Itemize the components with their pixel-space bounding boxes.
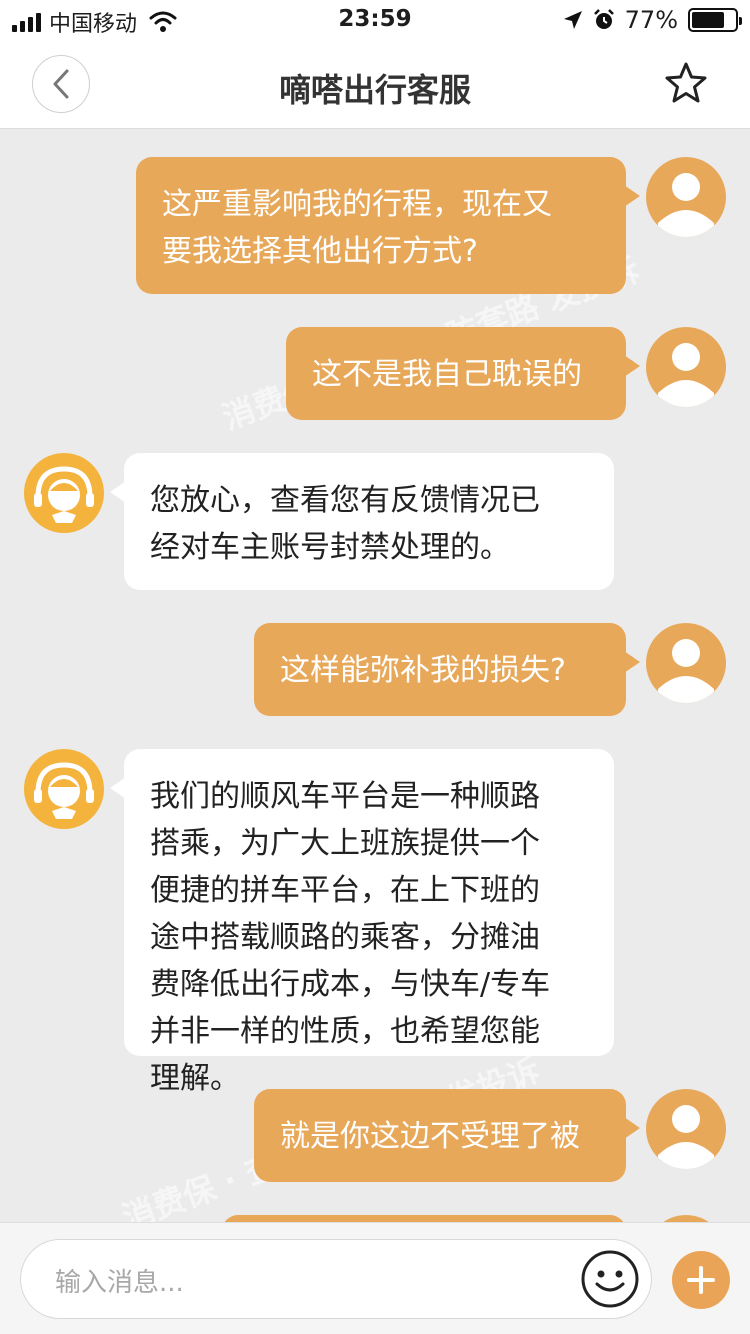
user-avatar-icon xyxy=(658,1105,714,1169)
user-avatar[interactable] xyxy=(646,1215,726,1222)
agent-avatar[interactable] xyxy=(24,453,104,533)
user-avatar[interactable] xyxy=(646,157,726,237)
agent-avatar[interactable] xyxy=(24,749,104,829)
message-bubble-user: 这不是我自己耽误的 xyxy=(286,327,640,420)
user-avatar-icon xyxy=(646,1215,726,1222)
message-bubble-agent: 您放心，查看您有反馈情况已 经对车主账号封禁处理的。 xyxy=(110,453,614,590)
alarm-icon xyxy=(593,9,614,29)
message-bubble-user: 这严重影响我的行程，现在又 要我选择其他出行方式? xyxy=(136,157,640,294)
input-bar: 输入消息... xyxy=(0,1222,750,1334)
user-avatar[interactable] xyxy=(646,623,726,703)
message-bubble-user: 就是你这边不受理了被 xyxy=(254,1089,640,1182)
plus-icon xyxy=(687,1266,715,1294)
smiley-icon[interactable] xyxy=(579,1248,641,1310)
message-input[interactable]: 输入消息... xyxy=(20,1239,652,1319)
battery-percent: 77% xyxy=(624,6,678,34)
location-arrow-icon xyxy=(563,11,582,29)
message-bubble-agent: 我们的顺风车平台是一种顺路 搭乘，为广大上班族提供一个 便捷的拼车平台，在上下班… xyxy=(110,749,614,1096)
user-avatar[interactable] xyxy=(646,1089,726,1169)
nav-header: 嘀嗒出行客服 xyxy=(0,40,750,129)
customer-service-agent-icon xyxy=(34,466,94,523)
user-avatar-icon xyxy=(658,639,714,703)
more-actions-button[interactable] xyxy=(672,1251,730,1309)
message-input-placeholder: 输入消息... xyxy=(55,1268,184,1298)
star-outline-icon[interactable] xyxy=(662,60,710,108)
battery-icon xyxy=(688,8,742,32)
message-bubble-user-partial xyxy=(222,1215,626,1222)
chat-list[interactable]: 消费保 · 查服务 防套路 发投诉 消费保 · 查服务 防套路 发投诉 这严重影… xyxy=(0,129,750,1222)
user-avatar-icon xyxy=(658,173,714,237)
status-bar: 中国移动 23:59 77% xyxy=(0,0,750,40)
message-bubble-user: 这样能弥补我的损失? xyxy=(254,623,640,716)
user-avatar-icon xyxy=(658,343,714,407)
user-avatar[interactable] xyxy=(646,327,726,407)
customer-service-agent-icon xyxy=(34,762,94,819)
page-title: 嘀嗒出行客服 xyxy=(278,71,471,109)
